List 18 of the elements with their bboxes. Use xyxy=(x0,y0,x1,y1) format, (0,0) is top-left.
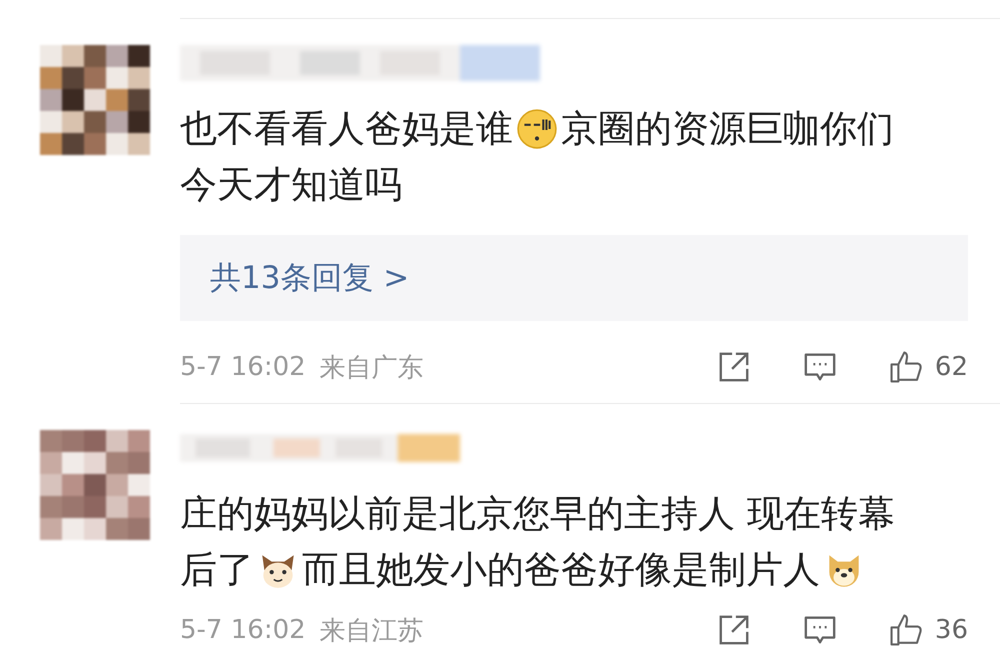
share-icon[interactable] xyxy=(716,613,751,647)
replies-link[interactable]: 共13条回复 > xyxy=(180,235,968,321)
comment-text: 庄的妈妈以前是北京您早的主持人 现在转幕 xyxy=(180,491,895,537)
thumbs-up-icon[interactable] xyxy=(888,613,923,647)
comment-text: 后了 xyxy=(180,547,254,593)
comment-text: 今天才知道吗 xyxy=(180,162,402,208)
emoji-face-icon xyxy=(516,108,558,150)
comment-text: 而且她发小的爸爸好像是制片人 xyxy=(302,547,820,593)
like-count: 36 xyxy=(934,615,968,645)
comment-text: 也不看看人爸妈是谁 xyxy=(180,106,513,152)
comment-time: 5-7 16:02 xyxy=(180,352,306,382)
comment-time: 5-7 16:02 xyxy=(180,615,306,645)
share-icon[interactable] xyxy=(716,350,751,384)
like-count: 62 xyxy=(934,352,968,382)
comment-location: 来自江苏 xyxy=(320,614,424,648)
thumbs-up-icon[interactable] xyxy=(888,350,923,384)
comment-text: 京圈的资源巨咖你们 xyxy=(561,106,894,152)
comment-location: 来自广东 xyxy=(320,352,424,384)
